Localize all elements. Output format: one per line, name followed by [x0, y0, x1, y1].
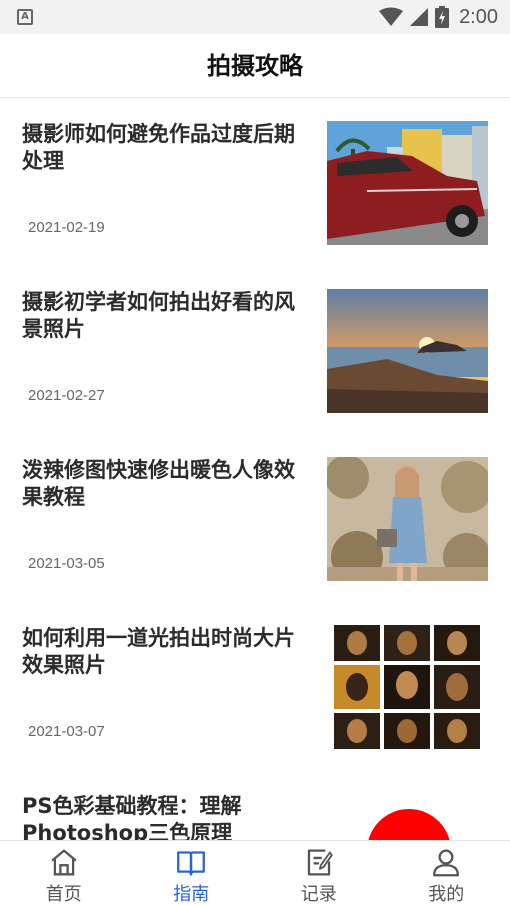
tab-profile[interactable]: 我的 [383, 841, 510, 906]
article-thumbnail [327, 625, 488, 749]
article-date: 2021-02-19 [28, 219, 105, 236]
tab-guide-label: 指南 [173, 884, 210, 905]
page-title: 拍摄攻略 [207, 52, 303, 80]
article-title: 摄影师如何避免作品过度后期处理 [22, 122, 295, 173]
article-date: 2021-03-07 [28, 723, 105, 740]
tab-records-label: 记录 [300, 884, 337, 905]
article-title: 泼辣修图快速修出暖色人像效果教程 [22, 458, 295, 509]
notification-app-icon: A [17, 9, 33, 25]
app-header: 拍摄攻略 [0, 34, 510, 98]
edit-note-icon [307, 849, 333, 876]
rgb-color-circles-image [368, 809, 450, 840]
status-time: 2:00 [459, 5, 498, 28]
article-title: 如何利用一道光拍出时尚大片效果照片 [22, 626, 295, 677]
cellular-signal-icon [410, 8, 429, 26]
article-thumbnail [327, 289, 488, 413]
bottom-tab-bar: 首页 指南 记录 我的 [0, 840, 510, 906]
battery-charging-icon [435, 6, 450, 28]
status-icons: 2:00 [379, 4, 498, 30]
user-icon [433, 849, 460, 877]
article-item[interactable]: PS色彩基础教程：理解Photoshop三色原理 [0, 771, 510, 840]
red-classic-car-image [327, 121, 488, 245]
article-date: 2021-02-27 [28, 387, 105, 404]
article-item[interactable]: 摄影初学者如何拍出好看的风景照片 2021-02-27 [0, 267, 510, 435]
article-title: 摄影初学者如何拍出好看的风景照片 [22, 290, 295, 341]
article-title: PS色彩基础教程：理解Photoshop三色原理 [22, 794, 242, 840]
status-bar: A 2:00 [0, 0, 510, 34]
tab-guide[interactable]: 指南 [128, 841, 256, 906]
article-thumbnail [327, 121, 488, 245]
warm-portrait-image [327, 457, 488, 581]
light-beam-portrait-grid-image [327, 625, 488, 749]
article-date: 2021-03-05 [28, 555, 105, 572]
article-thumbnail [327, 793, 488, 840]
tab-home[interactable]: 首页 [0, 841, 128, 906]
article-item[interactable]: 泼辣修图快速修出暖色人像效果教程 2021-03-05 [0, 435, 510, 603]
tab-profile-label: 我的 [428, 884, 465, 905]
home-icon [51, 849, 77, 876]
sunset-seascape-image [327, 289, 488, 413]
wifi-icon [379, 7, 404, 26]
book-icon [177, 851, 206, 876]
article-list: 摄影师如何避免作品过度后期处理 2021-02-19 摄影初学者如何拍出好看的风… [0, 99, 510, 840]
tab-home-label: 首页 [45, 884, 82, 905]
article-thumbnail [327, 457, 488, 581]
article-item[interactable]: 如何利用一道光拍出时尚大片效果照片 2021-03-07 [0, 603, 510, 771]
tab-records[interactable]: 记录 [255, 841, 383, 906]
article-item[interactable]: 摄影师如何避免作品过度后期处理 2021-02-19 [0, 99, 510, 267]
